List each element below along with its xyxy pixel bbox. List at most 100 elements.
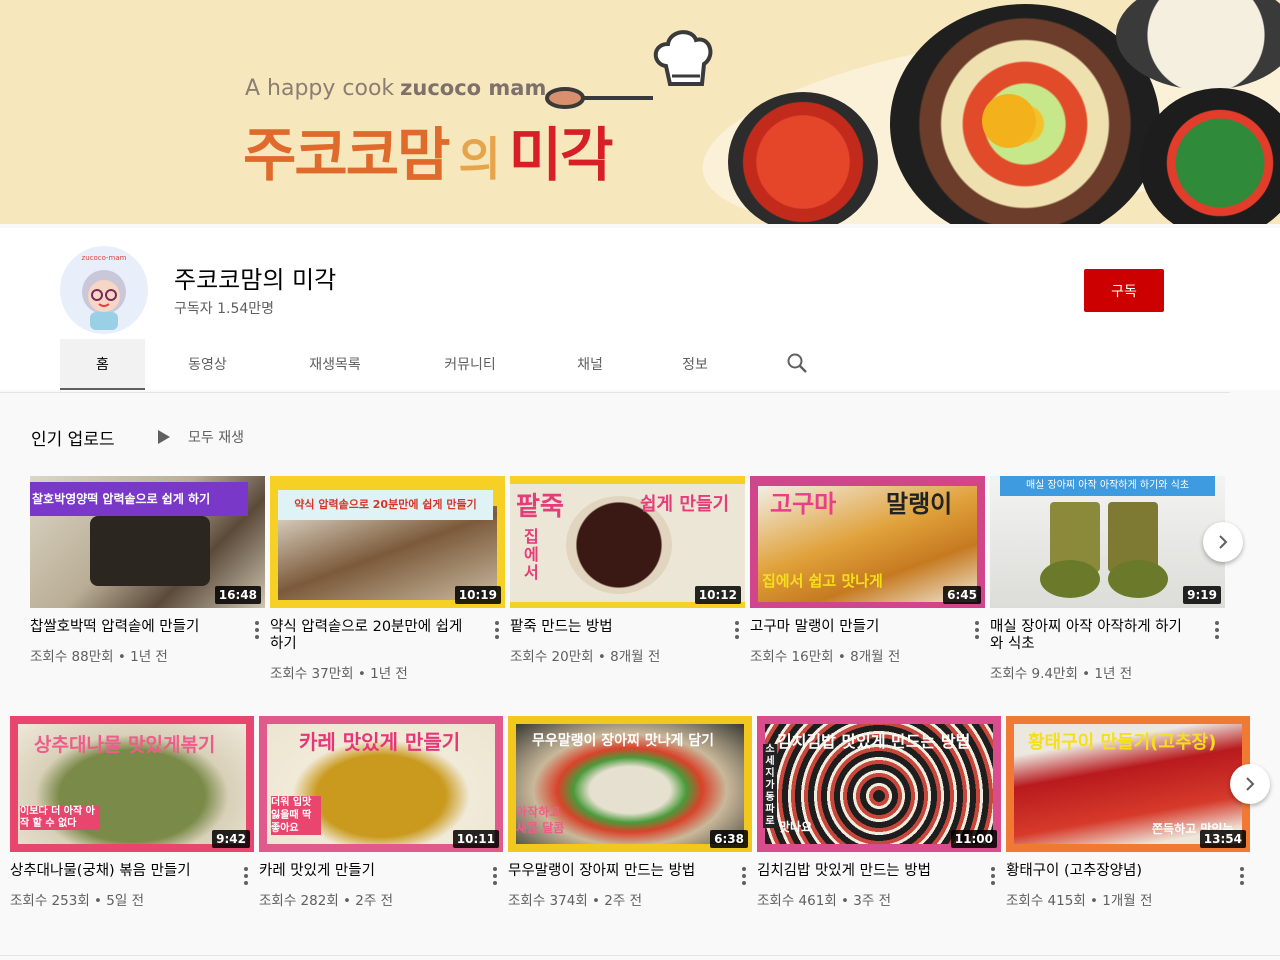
- thumbnail-caption-3: 집에서 쉽고 맛나게: [762, 572, 883, 590]
- video-title[interactable]: 상추대나물(궁채) 볶음 만들기: [10, 863, 254, 880]
- thumbnail-food: [1108, 560, 1168, 598]
- shelf-title: 인기 업로드: [31, 430, 115, 450]
- header-divider: [0, 392, 1230, 393]
- video-card[interactable]: 고구마 말랭이 집에서 쉽고 맛나게 6:45 고구마 말랭이 만들기 조회수 …: [750, 476, 985, 665]
- play-icon: [158, 430, 170, 444]
- channel-banner: A happy cook zucoco mam 주코코맘 의 미각: [0, 0, 1280, 224]
- video-duration: 11:00: [950, 830, 997, 848]
- more-actions-icon[interactable]: [991, 867, 995, 888]
- video-card[interactable]: 팥죽 쉽게 만들기 집에서 10:12 팥죽 만드는 방법 조회수 20만회 •…: [510, 476, 745, 665]
- chef-hat-icon: [653, 30, 713, 86]
- thumbnail-caption: 김치김밥 맛있게 만드는 방법: [777, 732, 971, 751]
- more-actions-icon[interactable]: [735, 621, 739, 642]
- video-title[interactable]: 김치김밥 맛있게 만드는 방법: [757, 863, 1001, 880]
- video-meta: 조회수 282회 • 2주 전: [259, 893, 394, 909]
- more-actions-icon[interactable]: [1240, 867, 1244, 888]
- banner-title-part2: 의: [458, 132, 500, 186]
- chevron-right-icon: [1246, 777, 1255, 791]
- tab-playlists[interactable]: 재생목록: [270, 339, 400, 388]
- channel-tabs: 홈 동영상 재생목록 커뮤니티 채널 정보: [60, 339, 750, 390]
- video-title[interactable]: 팥죽 만드는 방법: [510, 619, 745, 636]
- tab-community[interactable]: 커뮤니티: [400, 339, 540, 388]
- video-thumbnail[interactable]: 찰호박영양떡 압력솥으로 쉽게 하기 16:48: [30, 476, 265, 608]
- more-actions-icon[interactable]: [1215, 621, 1219, 642]
- video-thumbnail[interactable]: 약식 압력솥으로 20분만에 쉽게 만들기 10:19: [270, 476, 505, 608]
- video-card[interactable]: 김치김밥 맛있게 만드는 방법 소세지 가 동 파 로 맛나요 11:00 김치…: [757, 716, 1001, 909]
- thumbnail-caption: 카레 맛있게 만들기: [299, 730, 461, 754]
- subscriber-count: 구독자 1.54만명: [174, 301, 275, 317]
- thumbnail-caption: 상추대나물 맛있게볶기: [34, 734, 216, 756]
- video-meta: 조회수 16만회 • 8개월 전: [750, 649, 901, 665]
- video-card[interactable]: 무우말랭이 장아찌 맛나게 담기 아작하고 새콤 달콤 6:38 무우말랭이 장…: [508, 716, 752, 909]
- thumbnail-caption-3: 맛나요: [779, 820, 813, 834]
- more-actions-icon[interactable]: [742, 867, 746, 888]
- more-actions-icon[interactable]: [255, 621, 259, 642]
- video-thumbnail[interactable]: 매실 장아찌 아작 아작하게 하기와 식초 9:19: [990, 476, 1225, 608]
- thumbnail-caption-2: 아작하고 새콤 달콤: [516, 805, 565, 835]
- video-thumbnail[interactable]: 카레 맛있게 만들기 더워 입맛 잃을때 딱 좋아요 10:11: [259, 716, 503, 852]
- video-title[interactable]: 찹쌀호박떡 압력솥에 만들기: [30, 619, 265, 636]
- thumbnail-caption: 팥죽: [516, 492, 564, 522]
- banner-title: 주코코맘 의 미각: [243, 108, 614, 192]
- subscribe-button[interactable]: 구독: [1084, 269, 1164, 312]
- chevron-right-icon: [1219, 535, 1228, 549]
- thumbnail-food: [90, 516, 210, 586]
- video-card[interactable]: 황태구이 만들기(고추장) 쫀득하고 맛있는 13:54 황태구이 (고추장양념…: [1006, 716, 1250, 909]
- banner-tagline-prefix: A happy cook: [245, 76, 395, 101]
- video-title[interactable]: 무우말랭이 장아찌 만드는 방법: [508, 863, 752, 880]
- thumbnail-caption: 황태구이 만들기(고추장): [1028, 732, 1217, 753]
- more-actions-icon[interactable]: [495, 621, 499, 642]
- video-meta: 조회수 253회 • 5일 전: [10, 893, 145, 909]
- spoon-icon: [545, 87, 653, 109]
- thumbnail-caption-2: 쉽게 만들기: [640, 494, 730, 515]
- video-card[interactable]: 상추대나물 맛있게볶기 이보다 더 아작 아작 할 수 없다 9:42 상추대나…: [10, 716, 254, 909]
- video-duration: 9:19: [1183, 586, 1221, 604]
- video-title[interactable]: 매실 장아찌 아작 아작하게 하기와 식초: [990, 619, 1225, 653]
- video-card[interactable]: 약식 압력솥으로 20분만에 쉽게 만들기 10:19 약식 압력솥으로 20분…: [270, 476, 505, 682]
- banner-tagline: A happy cook zucoco mam: [245, 76, 546, 101]
- channel-header: zucoco-mam 주코코맘의 미각 구독자 1.54만명 구독 홈 동영상 …: [0, 228, 1280, 390]
- tab-videos[interactable]: 동영상: [145, 339, 270, 388]
- tab-channels[interactable]: 채널: [540, 339, 640, 388]
- video-title[interactable]: 카레 맛있게 만들기: [259, 863, 503, 880]
- more-actions-icon[interactable]: [975, 621, 979, 642]
- video-meta: 조회수 461회 • 3주 전: [757, 893, 892, 909]
- video-meta: 조회수 88만회 • 1년 전: [30, 649, 168, 665]
- video-meta: 조회수 415회 • 1개월 전: [1006, 893, 1153, 909]
- video-card[interactable]: 찰호박영양떡 압력솥으로 쉽게 하기 16:48 찹쌀호박떡 압력솥에 만들기 …: [30, 476, 265, 665]
- video-thumbnail[interactable]: 무우말랭이 장아찌 맛나게 담기 아작하고 새콤 달콤 6:38: [508, 716, 752, 852]
- video-thumbnail[interactable]: 팥죽 쉽게 만들기 집에서 10:12: [510, 476, 745, 608]
- next-shelf-button[interactable]: [1230, 764, 1270, 804]
- play-all-button[interactable]: 모두 재생: [158, 427, 244, 447]
- video-card[interactable]: 카레 맛있게 만들기 더워 입맛 잃을때 딱 좋아요 10:11 카레 맛있게 …: [259, 716, 503, 909]
- video-meta: 조회수 20만회 • 8개월 전: [510, 649, 661, 665]
- grandma-avatar-icon: zucoco-mam: [82, 254, 127, 330]
- video-duration: 10:12: [694, 586, 741, 604]
- thumbnail-food: [1040, 560, 1100, 598]
- video-thumbnail[interactable]: 황태구이 만들기(고추장) 쫀득하고 맛있는 13:54: [1006, 716, 1250, 852]
- video-duration: 6:45: [943, 586, 981, 604]
- video-duration: 6:38: [710, 830, 748, 848]
- thumbnail-caption: 약식 압력솥으로 20분만에 쉽게 만들기: [278, 490, 493, 520]
- more-actions-icon[interactable]: [244, 867, 248, 888]
- video-title[interactable]: 고구마 말랭이 만들기: [750, 619, 985, 636]
- more-actions-icon[interactable]: [493, 867, 497, 888]
- egg-yolk: [982, 94, 1036, 148]
- video-thumbnail[interactable]: 고구마 말랭이 집에서 쉽고 맛나게 6:45: [750, 476, 985, 608]
- search-icon[interactable]: [786, 352, 808, 374]
- banner-tagline-brand: zucoco mam: [400, 76, 547, 100]
- avatar[interactable]: zucoco-mam: [60, 246, 148, 334]
- tab-about[interactable]: 정보: [640, 339, 750, 388]
- thumbnail-caption: 고구마: [770, 490, 837, 518]
- video-duration: 9:42: [212, 830, 250, 848]
- video-title[interactable]: 약식 압력솥으로 20분만에 쉽게하기: [270, 619, 505, 653]
- tab-home[interactable]: 홈: [60, 339, 145, 390]
- video-thumbnail[interactable]: 상추대나물 맛있게볶기 이보다 더 아작 아작 할 수 없다 9:42: [10, 716, 254, 852]
- video-thumbnail[interactable]: 김치김밥 맛있게 만드는 방법 소세지 가 동 파 로 맛나요 11:00: [757, 716, 1001, 852]
- channel-name: 주코코맘의 미각: [174, 266, 337, 294]
- video-duration: 10:11: [452, 830, 499, 848]
- next-shelf-button[interactable]: [1203, 522, 1243, 562]
- play-all-label: 모두 재생: [188, 430, 244, 446]
- video-title[interactable]: 황태구이 (고추장양념): [1006, 863, 1250, 880]
- video-card[interactable]: 매실 장아찌 아작 아작하게 하기와 식초 9:19 매실 장아찌 아작 아작하…: [990, 476, 1225, 682]
